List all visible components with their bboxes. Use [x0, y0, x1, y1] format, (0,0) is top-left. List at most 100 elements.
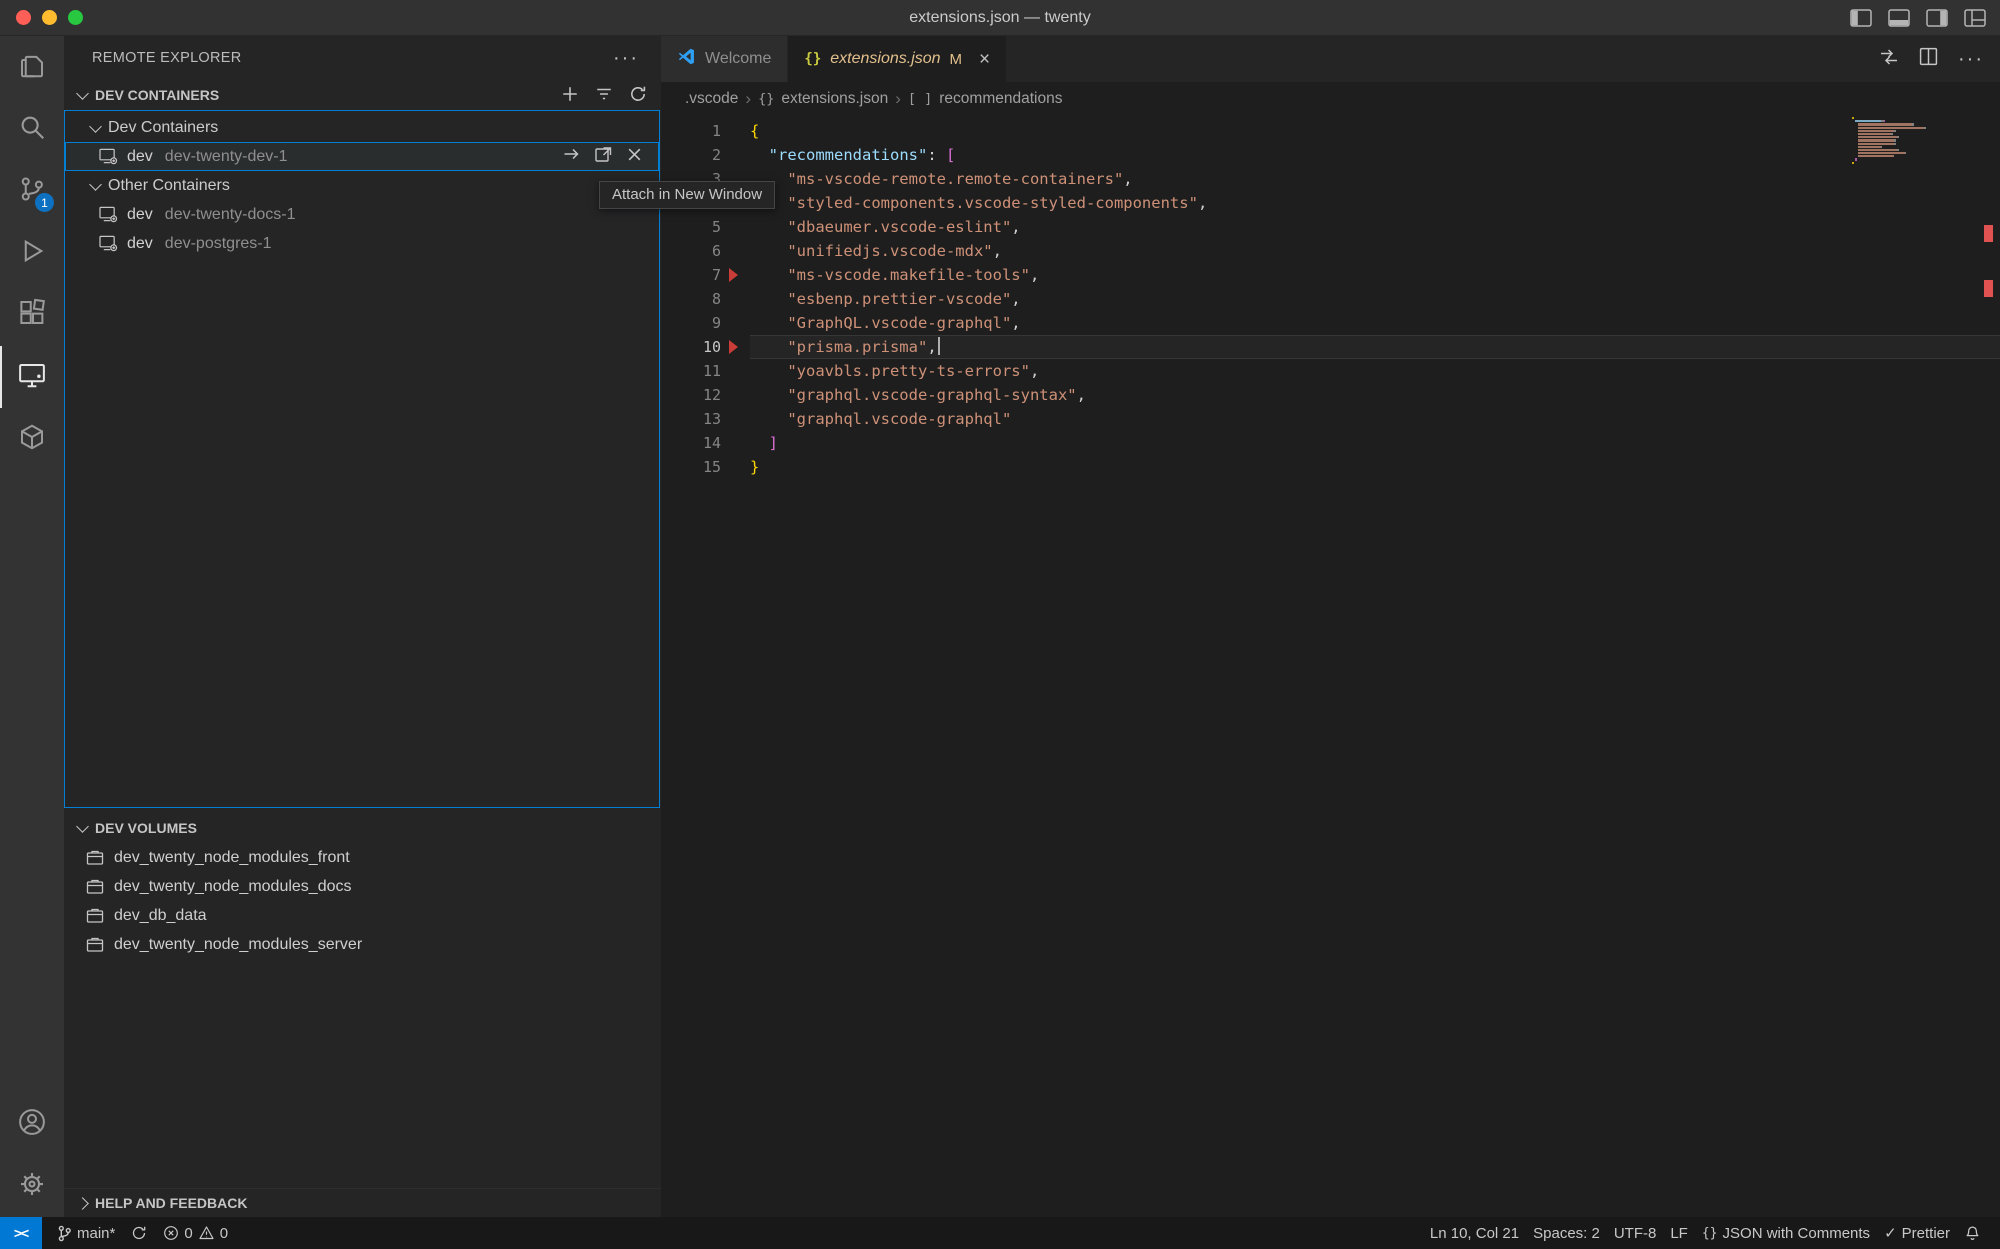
activity-remote-explorer[interactable]	[0, 346, 64, 408]
container-tag: dev	[127, 148, 153, 166]
activity-run-debug[interactable]	[0, 222, 64, 284]
close-icon[interactable]	[626, 146, 643, 168]
section-help-feedback-label: HELP AND FEEDBACK	[95, 1195, 247, 1211]
activity-dev-containers[interactable]	[0, 408, 64, 470]
container-row-dev-postgres-1[interactable]: dev dev-postgres-1	[65, 229, 659, 258]
code-line[interactable]: 3 "ms-vscode-remote.remote-containers",	[661, 167, 2000, 191]
gutter-marker-slot	[721, 263, 750, 287]
volume-row[interactable]: dev_twenty_node_modules_front	[64, 843, 661, 872]
activity-explorer[interactable]	[0, 36, 64, 98]
git-deleted-lines-marker	[729, 340, 738, 354]
refresh-icon[interactable]	[629, 85, 647, 106]
section-dev-containers-header[interactable]: DEV CONTAINERS	[64, 80, 661, 110]
encoding-status[interactable]: UTF-8	[1607, 1217, 1664, 1249]
git-branch-status[interactable]: main*	[50, 1217, 122, 1249]
split-editor-icon[interactable]	[1919, 47, 1938, 71]
code-line[interactable]: 9 "GraphQL.vscode-graphql",	[661, 311, 2000, 335]
open-changes-icon[interactable]	[1879, 48, 1899, 71]
activity-settings[interactable]	[0, 1155, 64, 1217]
eol-label: LF	[1670, 1225, 1688, 1242]
code-line[interactable]: 14 ]	[661, 431, 2000, 455]
code-text: "GraphQL.vscode-graphql",	[750, 311, 2000, 335]
section-help-feedback[interactable]: HELP AND FEEDBACK	[64, 1188, 661, 1217]
code-line[interactable]: 4 "styled-components.vscode-styled-compo…	[661, 191, 2000, 215]
breadcrumb-symbol[interactable]: recommendations	[939, 90, 1062, 108]
volume-row[interactable]: dev_twenty_node_modules_docs	[64, 872, 661, 901]
close-tab-icon[interactable]: ×	[979, 50, 990, 69]
tree-group-dev-containers[interactable]: Dev Containers	[65, 113, 659, 142]
remote-indicator[interactable]: ><	[0, 1217, 42, 1249]
customize-layout-icon[interactable]	[1964, 9, 1986, 27]
code-line[interactable]: 13 "graphql.vscode-graphql"	[661, 407, 2000, 431]
line-number: 14	[661, 431, 721, 455]
minimap[interactable]	[1852, 117, 1964, 165]
indentation-status[interactable]: Spaces: 2	[1526, 1217, 1607, 1249]
tab-welcome[interactable]: Welcome	[661, 36, 788, 82]
toggle-primary-sidebar-icon[interactable]	[1850, 9, 1872, 27]
add-container-icon[interactable]	[561, 85, 579, 106]
code-line[interactable]: 1{	[661, 119, 2000, 143]
language-mode-status[interactable]: {} JSON with Comments	[1695, 1217, 1877, 1249]
code-line[interactable]: 10 "prisma.prisma",	[661, 335, 2000, 359]
code-text: "yoavbls.pretty-ts-errors",	[750, 359, 2000, 383]
cursor-position-status[interactable]: Ln 10, Col 21	[1423, 1217, 1526, 1249]
line-number: 2	[661, 143, 721, 167]
eol-status[interactable]: LF	[1663, 1217, 1695, 1249]
code-line[interactable]: 15}	[661, 455, 2000, 479]
gutter-marker-slot	[721, 335, 750, 359]
minimize-window-button[interactable]	[42, 10, 57, 25]
filter-icon[interactable]	[595, 85, 613, 106]
code-text: "esbenp.prettier-vscode",	[750, 287, 2000, 311]
activity-accounts[interactable]	[0, 1093, 64, 1155]
close-window-button[interactable]	[16, 10, 31, 25]
tree-group-other-containers[interactable]: Other Containers	[65, 171, 659, 200]
sync-changes-status[interactable]	[124, 1217, 154, 1249]
line-number: 11	[661, 359, 721, 383]
zoom-window-button[interactable]	[68, 10, 83, 25]
activity-extensions[interactable]	[0, 284, 64, 346]
notifications-bell[interactable]	[1957, 1217, 1988, 1249]
tooltip: Attach in New Window	[599, 181, 775, 209]
code-text: "graphql.vscode-graphql"	[750, 407, 2000, 431]
toggle-panel-icon[interactable]	[1888, 9, 1910, 27]
breadcrumb-folder[interactable]: .vscode	[685, 90, 738, 108]
tab-extensions-json[interactable]: {} extensions.json M ×	[788, 36, 1007, 82]
volume-row[interactable]: dev_twenty_node_modules_server	[64, 930, 661, 959]
code-line[interactable]: 5 "dbaeumer.vscode-eslint",	[661, 215, 2000, 239]
container-row-dev-twenty-docs-1[interactable]: dev dev-twenty-docs-1	[65, 200, 659, 229]
breadcrumb-file[interactable]: extensions.json	[781, 90, 888, 108]
volume-row[interactable]: dev_db_data	[64, 901, 661, 930]
bell-icon	[1964, 1225, 1981, 1242]
line-number: 7	[661, 263, 721, 287]
code-line[interactable]: 12 "graphql.vscode-graphql-syntax",	[661, 383, 2000, 407]
problems-status[interactable]: 0 0	[156, 1217, 235, 1249]
more-actions-icon[interactable]: ···	[1958, 48, 1984, 71]
sidebar-more-actions-icon[interactable]: ···	[613, 47, 639, 70]
line-number: 1	[661, 119, 721, 143]
overview-ruler-deleted-mark	[1984, 280, 1993, 297]
code-line[interactable]: 2 "recommendations": [	[661, 143, 2000, 167]
line-number: 12	[661, 383, 721, 407]
window-title: extensions.json — twenty	[0, 9, 2000, 27]
formatter-label: Prettier	[1902, 1225, 1950, 1242]
formatter-status[interactable]: ✓ Prettier	[1877, 1217, 1957, 1249]
section-dev-volumes-header[interactable]: DEV VOLUMES	[64, 813, 661, 843]
text-cursor	[938, 337, 940, 355]
toggle-secondary-sidebar-icon[interactable]	[1926, 9, 1948, 27]
container-row-dev-twenty-dev-1[interactable]: dev dev-twenty-dev-1	[65, 142, 659, 171]
code-line[interactable]: 6 "unifiedjs.vscode-mdx",	[661, 239, 2000, 263]
container-cube-icon	[17, 422, 47, 457]
code-line[interactable]: 8 "esbenp.prettier-vscode",	[661, 287, 2000, 311]
json-file-icon: {}	[804, 51, 821, 67]
code-editor[interactable]: 1{2 "recommendations": [3 "ms-vscode-rem…	[661, 115, 2000, 1217]
activity-source-control[interactable]: 1	[0, 160, 64, 222]
status-bar: >< main* 0 0 Ln 10, Col 21 Spaces: 2 UTF…	[0, 1217, 2000, 1249]
chevron-right-icon	[76, 1197, 89, 1210]
activity-search[interactable]	[0, 98, 64, 160]
code-line[interactable]: 7 "ms-vscode.makefile-tools",	[661, 263, 2000, 287]
code-line[interactable]: 11 "yoavbls.pretty-ts-errors",	[661, 359, 2000, 383]
chevron-down-icon	[89, 120, 102, 133]
attach-current-window-icon[interactable]	[562, 146, 581, 167]
attach-new-window-icon[interactable]	[594, 146, 613, 168]
line-number: 9	[661, 311, 721, 335]
